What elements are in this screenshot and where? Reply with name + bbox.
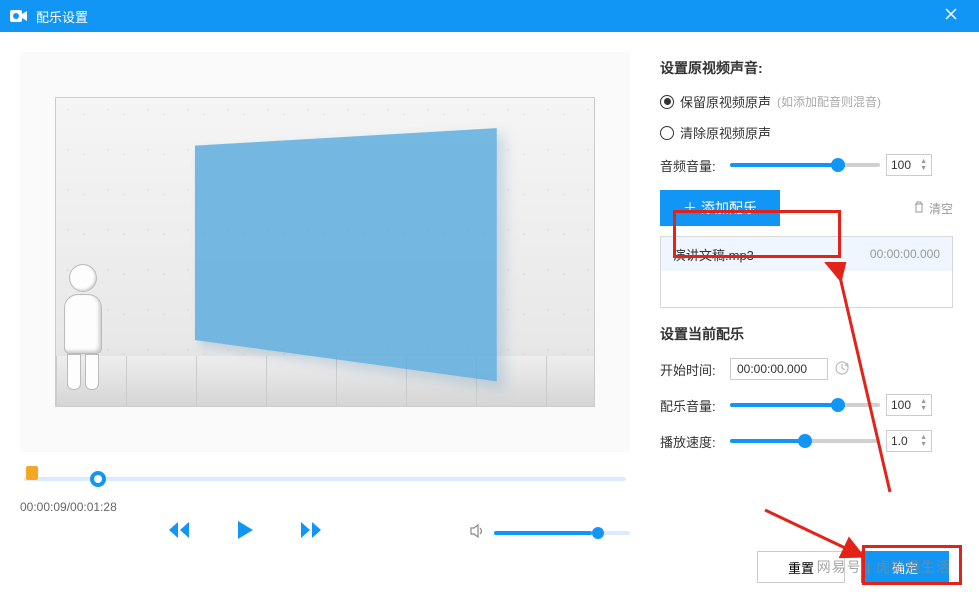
speaker-icon[interactable] [470, 524, 486, 541]
spinner-icon[interactable]: ▲▼ [920, 158, 927, 172]
clear-music-button[interactable]: 清空 [913, 200, 953, 217]
audio-volume-input[interactable]: 100 ▲▼ [886, 154, 932, 176]
radio-icon [660, 95, 674, 109]
timeline-in-marker[interactable] [26, 466, 38, 480]
ok-button[interactable]: 确定 [861, 551, 949, 583]
timeline-slider[interactable] [20, 466, 630, 490]
music-volume-label: 配乐音量: [660, 396, 724, 415]
radio-clear-label: 清除原视频原声 [680, 123, 771, 142]
forward-button[interactable] [300, 521, 322, 544]
speed-slider[interactable] [730, 439, 880, 443]
add-music-label: 添加配乐 [701, 198, 757, 218]
play-icon [236, 520, 254, 540]
start-time-label: 开始时间: [660, 360, 724, 379]
plus-icon: ＋ [683, 198, 697, 218]
current-music-title: 设置当前配乐 [660, 324, 953, 344]
video-preview[interactable] [20, 52, 630, 452]
trash-icon [913, 201, 925, 216]
preview-volume-slider[interactable] [494, 531, 630, 535]
app-icon [8, 6, 28, 26]
rewind-icon [168, 521, 190, 539]
speed-input[interactable]: 1.0 ▲▼ [886, 430, 932, 452]
time-display: 00:00:09/00:01:28 [20, 500, 630, 514]
close-icon [945, 8, 957, 20]
rewind-button[interactable] [168, 521, 190, 544]
radio-icon [660, 126, 674, 140]
window-title: 配乐设置 [36, 7, 931, 26]
start-time-input[interactable]: 00:00:00.000 [730, 358, 828, 380]
radio-clear-original[interactable]: 清除原视频原声 [660, 123, 953, 142]
reset-button[interactable]: 重置 [757, 551, 845, 583]
spinner-icon[interactable]: ▲▼ [920, 434, 927, 448]
radio-keep-original[interactable]: 保留原视频原声 (如添加配音则混音) [660, 92, 953, 111]
preview-panel: 00:00:09/00:01:28 [0, 32, 650, 597]
titlebar: 配乐设置 [0, 0, 979, 32]
play-button[interactable] [236, 520, 254, 545]
reset-time-icon[interactable] [834, 360, 850, 379]
settings-panel: 设置原视频声音: 保留原视频原声 (如添加配音则混音) 清除原视频原声 音频音量… [650, 32, 979, 597]
radio-keep-label: 保留原视频原声 [680, 92, 771, 111]
music-item-name: 演讲文稿.mp3 [673, 245, 754, 264]
music-item-duration: 00:00:00.000 [870, 247, 940, 261]
close-button[interactable] [931, 7, 971, 25]
add-music-button[interactable]: ＋ 添加配乐 [660, 190, 780, 226]
music-volume-slider[interactable] [730, 403, 880, 407]
spinner-icon[interactable]: ▲▼ [920, 398, 927, 412]
music-list: 演讲文稿.mp3 00:00:00.000 [660, 236, 953, 308]
clear-label: 清空 [929, 200, 953, 217]
radio-keep-hint: (如添加配音则混音) [777, 93, 881, 110]
timeline-playhead[interactable] [90, 471, 106, 487]
original-sound-title: 设置原视频声音: [660, 58, 953, 78]
mannequin-figure [56, 264, 110, 394]
music-item[interactable]: 演讲文稿.mp3 00:00:00.000 [661, 237, 952, 271]
speed-label: 播放速度: [660, 432, 724, 451]
forward-icon [300, 521, 322, 539]
audio-volume-slider[interactable] [730, 163, 880, 167]
audio-volume-label: 音频音量: [660, 156, 724, 175]
music-volume-input[interactable]: 100 ▲▼ [886, 394, 932, 416]
